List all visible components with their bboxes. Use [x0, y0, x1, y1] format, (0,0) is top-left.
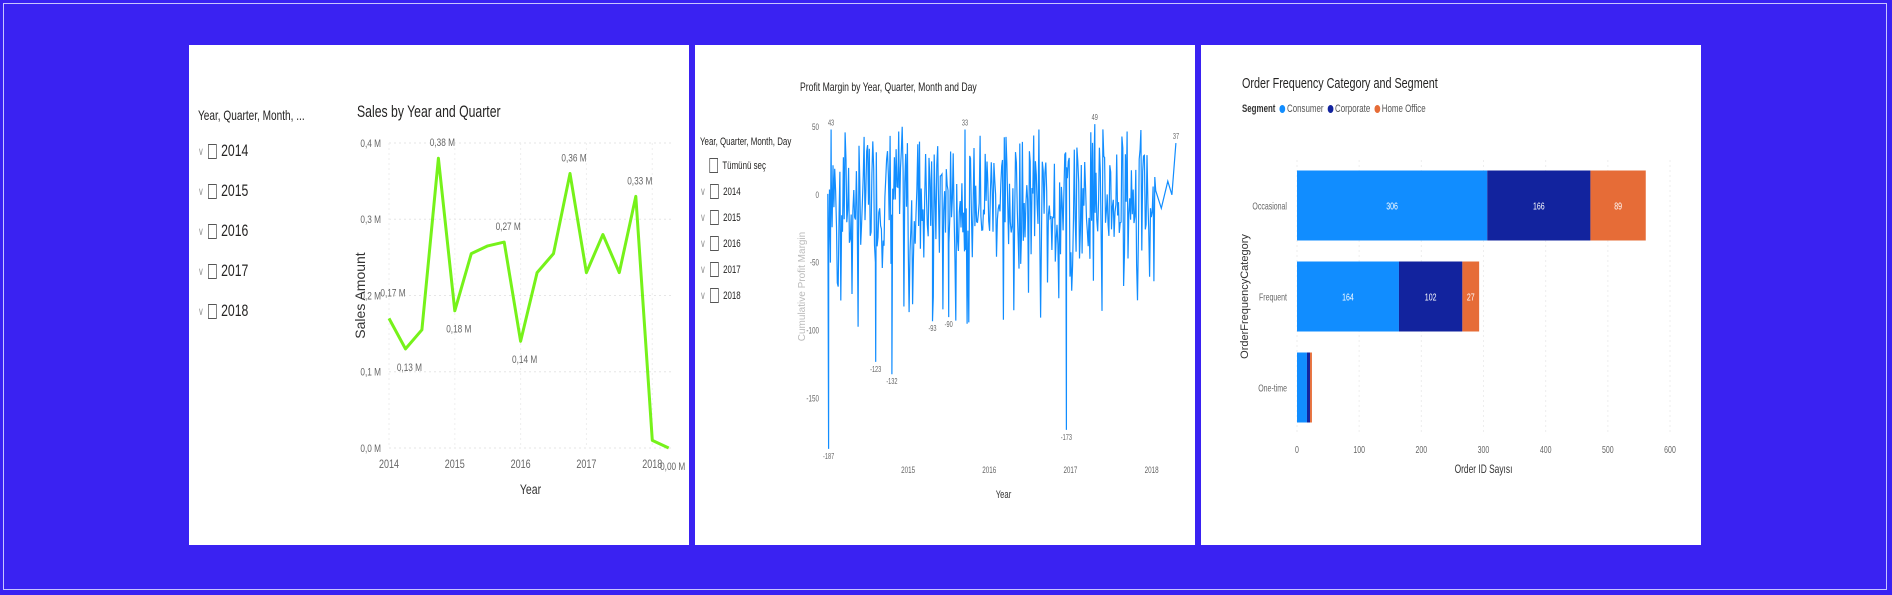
data-label: 0,27 M [496, 221, 521, 233]
x-tick-label: 2018 [1145, 465, 1159, 475]
data-label: -123 [870, 366, 881, 374]
data-label: -93 [928, 325, 936, 333]
x-tick-label: 2015 [901, 465, 915, 475]
data-label: 49 [1092, 114, 1098, 122]
series-line [387, 156, 670, 450]
profit-panel: Profit Margin by Year, Quarter, Month an… [695, 45, 1195, 545]
y-tick-label: 0,4 M [360, 138, 381, 150]
x-axis-title: Year [996, 489, 1012, 502]
y-tick-label: -50 [810, 258, 819, 268]
data-label: -173 [1061, 434, 1072, 442]
y-tick-label: 0,3 M [360, 214, 381, 226]
x-tick-label: 2017 [576, 458, 596, 472]
x-tick-label: 400 [1540, 444, 1552, 456]
y-axis-title: OrderFrequencyCategory [1239, 234, 1251, 359]
bar-segment [1310, 352, 1312, 423]
x-tick-label: 2017 [1063, 465, 1077, 475]
data-label: -90 [945, 321, 953, 329]
y-tick-label: Frequent [1259, 291, 1287, 303]
data-label: 0,33 M [627, 175, 652, 187]
data-label: 0,18 M [446, 324, 471, 336]
data-label: 166 [1533, 200, 1545, 212]
x-axis-title: Year [520, 482, 541, 498]
data-label: 306 [1386, 200, 1398, 212]
data-label: 0,14 M [512, 354, 537, 366]
y-tick-label: -150 [806, 394, 819, 404]
data-label: 0,00 M [660, 461, 685, 473]
sales-line-chart: 0,0 M0,1 M0,2 M0,3 M0,4 M2014 2015 2016 201… [352, 137, 685, 498]
data-label: 164 [1342, 291, 1354, 303]
x-tick-label: 2018 [642, 458, 662, 472]
data-label: -187 [823, 453, 834, 461]
data-label: 27 [1467, 291, 1475, 303]
x-tick-label: 500 [1602, 444, 1614, 456]
y-tick-label: 50 [812, 122, 819, 132]
x-tick-label: 0 [1295, 444, 1299, 456]
order-frequency-bar-chart: 0 100 200 300 400 500 600 Order ID Sayısı OrderF… [1239, 160, 1676, 477]
data-label: 0,38 M [430, 137, 455, 149]
data-label: 89 [1614, 200, 1622, 212]
bar-segment [1306, 352, 1311, 423]
x-tick-label: 300 [1478, 444, 1490, 456]
y-axis-title: Sales Amount [352, 252, 368, 338]
sales-panel: Year, Quarter, Month, ... ∨ 2014 ∨ 2015 ∨ 201… [189, 45, 689, 545]
data-label: 37 [1173, 133, 1179, 141]
series-line [827, 124, 1177, 449]
data-label: 0,17 M [380, 287, 405, 299]
order-frequency-panel: Order Frequency Category and Segment Seg… [1201, 45, 1701, 545]
x-tick-label: 600 [1664, 444, 1676, 456]
bar-segment [1297, 352, 1307, 423]
data-label: -132 [886, 378, 897, 386]
x-tick-label: 2014 [379, 458, 399, 472]
data-label: 33 [962, 120, 968, 128]
data-label: 0,36 M [561, 152, 586, 164]
x-tick-label: 2016 [511, 458, 531, 472]
profit-line-chart: -150 -100 -50 0 50 2015 2016 2017 2018 Year Cumula… [797, 114, 1179, 502]
y-tick-label: 0 [816, 190, 819, 200]
data-label: 0,13 M [397, 362, 422, 374]
y-tick-label: -100 [806, 326, 819, 336]
x-tick-label: 2015 [445, 458, 465, 472]
y-tick-label: 0,1 M [360, 367, 381, 379]
x-tick-label: 100 [1353, 444, 1365, 456]
x-tick-label: 2016 [982, 465, 996, 475]
data-label: 43 [828, 120, 834, 128]
data-label: 102 [1425, 291, 1437, 303]
x-tick-label: 200 [1415, 444, 1427, 456]
y-tick-label: One-time [1258, 382, 1287, 394]
y-tick-label: Occasional [1252, 200, 1287, 212]
x-axis-title: Order ID Sayısı [1455, 464, 1513, 477]
y-tick-label: 0,0 M [360, 443, 381, 455]
y-axis-title: Cumulative Profit Margin [797, 232, 808, 341]
